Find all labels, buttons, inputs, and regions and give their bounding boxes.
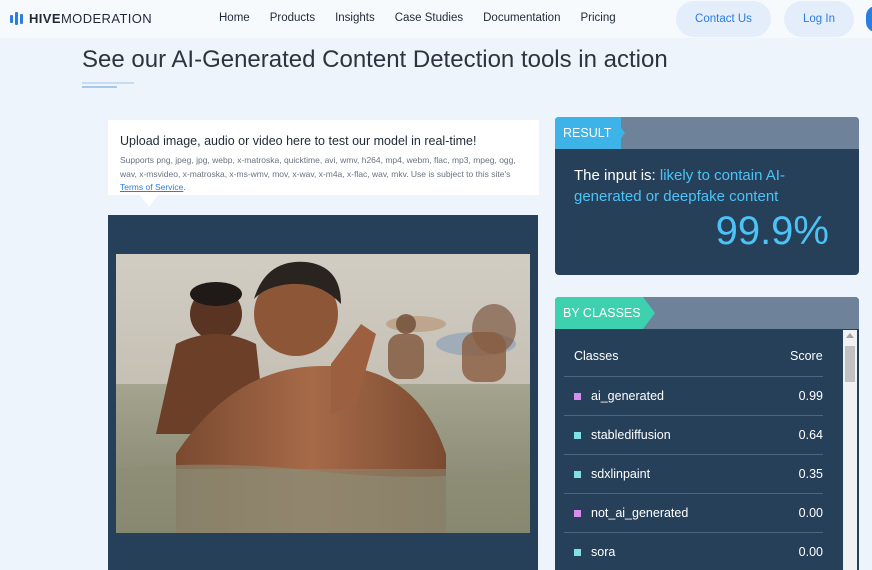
class-score: 0.64 bbox=[798, 428, 823, 442]
class-name: stablediffusion bbox=[591, 428, 671, 442]
class-name: not_ai_generated bbox=[591, 506, 689, 520]
upload-description: Supports png, jpeg, jpg, webp, x-matrosk… bbox=[120, 155, 516, 192]
class-row: sdxlinpaint 0.35 bbox=[564, 454, 823, 494]
class-name: ai_generated bbox=[591, 389, 664, 403]
class-color-swatch bbox=[574, 471, 581, 478]
nav-link-pricing[interactable]: Pricing bbox=[580, 12, 615, 24]
by-classes-tag-arrow bbox=[643, 297, 655, 329]
hive-logo-icon bbox=[10, 12, 23, 25]
class-color-swatch bbox=[574, 510, 581, 517]
class-score: 0.00 bbox=[798, 545, 823, 559]
nav-link-insights[interactable]: Insights bbox=[335, 12, 375, 24]
uploaded-photo bbox=[116, 254, 530, 533]
class-color-swatch bbox=[574, 549, 581, 556]
nav-link-case-studies[interactable]: Case Studies bbox=[395, 12, 463, 24]
class-score: 0.99 bbox=[798, 389, 823, 403]
nav-link-products[interactable]: Products bbox=[270, 12, 315, 24]
result-tag-arrow bbox=[613, 117, 625, 149]
classes-card-header: BY CLASSES bbox=[555, 297, 859, 329]
class-score: 0.00 bbox=[798, 506, 823, 520]
result-tag: RESULT bbox=[555, 117, 621, 149]
classes-card: BY CLASSES Classes Score ai_generated 0.… bbox=[555, 297, 859, 570]
title-underline bbox=[82, 82, 134, 84]
nav-link-home[interactable]: Home bbox=[219, 12, 250, 24]
upload-instructions-card[interactable]: Upload image, audio or video here to tes… bbox=[108, 120, 539, 195]
terms-of-service-link[interactable]: Terms of Service bbox=[120, 182, 183, 192]
scroll-up-arrow-icon[interactable] bbox=[846, 333, 854, 338]
class-color-swatch bbox=[574, 432, 581, 439]
result-score: 99.9% bbox=[715, 209, 829, 253]
upload-title: Upload image, audio or video here to tes… bbox=[120, 134, 477, 148]
contact-us-button[interactable]: Contact Us bbox=[676, 1, 771, 37]
class-row: stablediffusion 0.64 bbox=[564, 415, 823, 455]
column-header-score: Score bbox=[790, 349, 823, 363]
result-verdict: The input is: likely to contain AI-gener… bbox=[574, 167, 785, 205]
sign-up-button-partial[interactable] bbox=[866, 6, 872, 32]
result-card-header: RESULT bbox=[555, 117, 859, 149]
page-title: See our AI-Generated Content Detection t… bbox=[82, 46, 668, 73]
result-card: RESULT The input is: likely to contain A… bbox=[555, 117, 859, 275]
class-row: ai_generated 0.99 bbox=[564, 376, 823, 416]
scrollbar-thumb[interactable] bbox=[845, 346, 855, 382]
class-name: sdxlinpaint bbox=[591, 467, 651, 481]
class-row: sora 0.00 bbox=[564, 532, 823, 570]
class-name: sora bbox=[591, 545, 616, 559]
classes-scrollbar[interactable] bbox=[843, 330, 857, 570]
log-in-button[interactable]: Log In bbox=[784, 1, 854, 37]
photo-illustration bbox=[116, 254, 530, 533]
class-row: not_ai_generated 0.00 bbox=[564, 493, 823, 533]
brand-name: HIVEMODERATION bbox=[29, 11, 153, 26]
upload-card-pointer bbox=[139, 194, 159, 207]
column-header-classes: Classes bbox=[574, 349, 619, 363]
class-score: 0.35 bbox=[798, 467, 823, 481]
by-classes-tag: BY CLASSES bbox=[555, 297, 643, 329]
hive-logo[interactable]: HIVEMODERATION bbox=[10, 11, 152, 26]
media-preview-panel[interactable] bbox=[108, 215, 538, 570]
nav-link-documentation[interactable]: Documentation bbox=[483, 12, 560, 24]
nav-links: Home Products Insights Case Studies Docu… bbox=[219, 12, 636, 24]
class-color-swatch bbox=[574, 393, 581, 400]
title-underline-accent bbox=[82, 86, 117, 88]
top-navbar: HIVEMODERATION Home Products Insights Ca… bbox=[0, 0, 872, 38]
